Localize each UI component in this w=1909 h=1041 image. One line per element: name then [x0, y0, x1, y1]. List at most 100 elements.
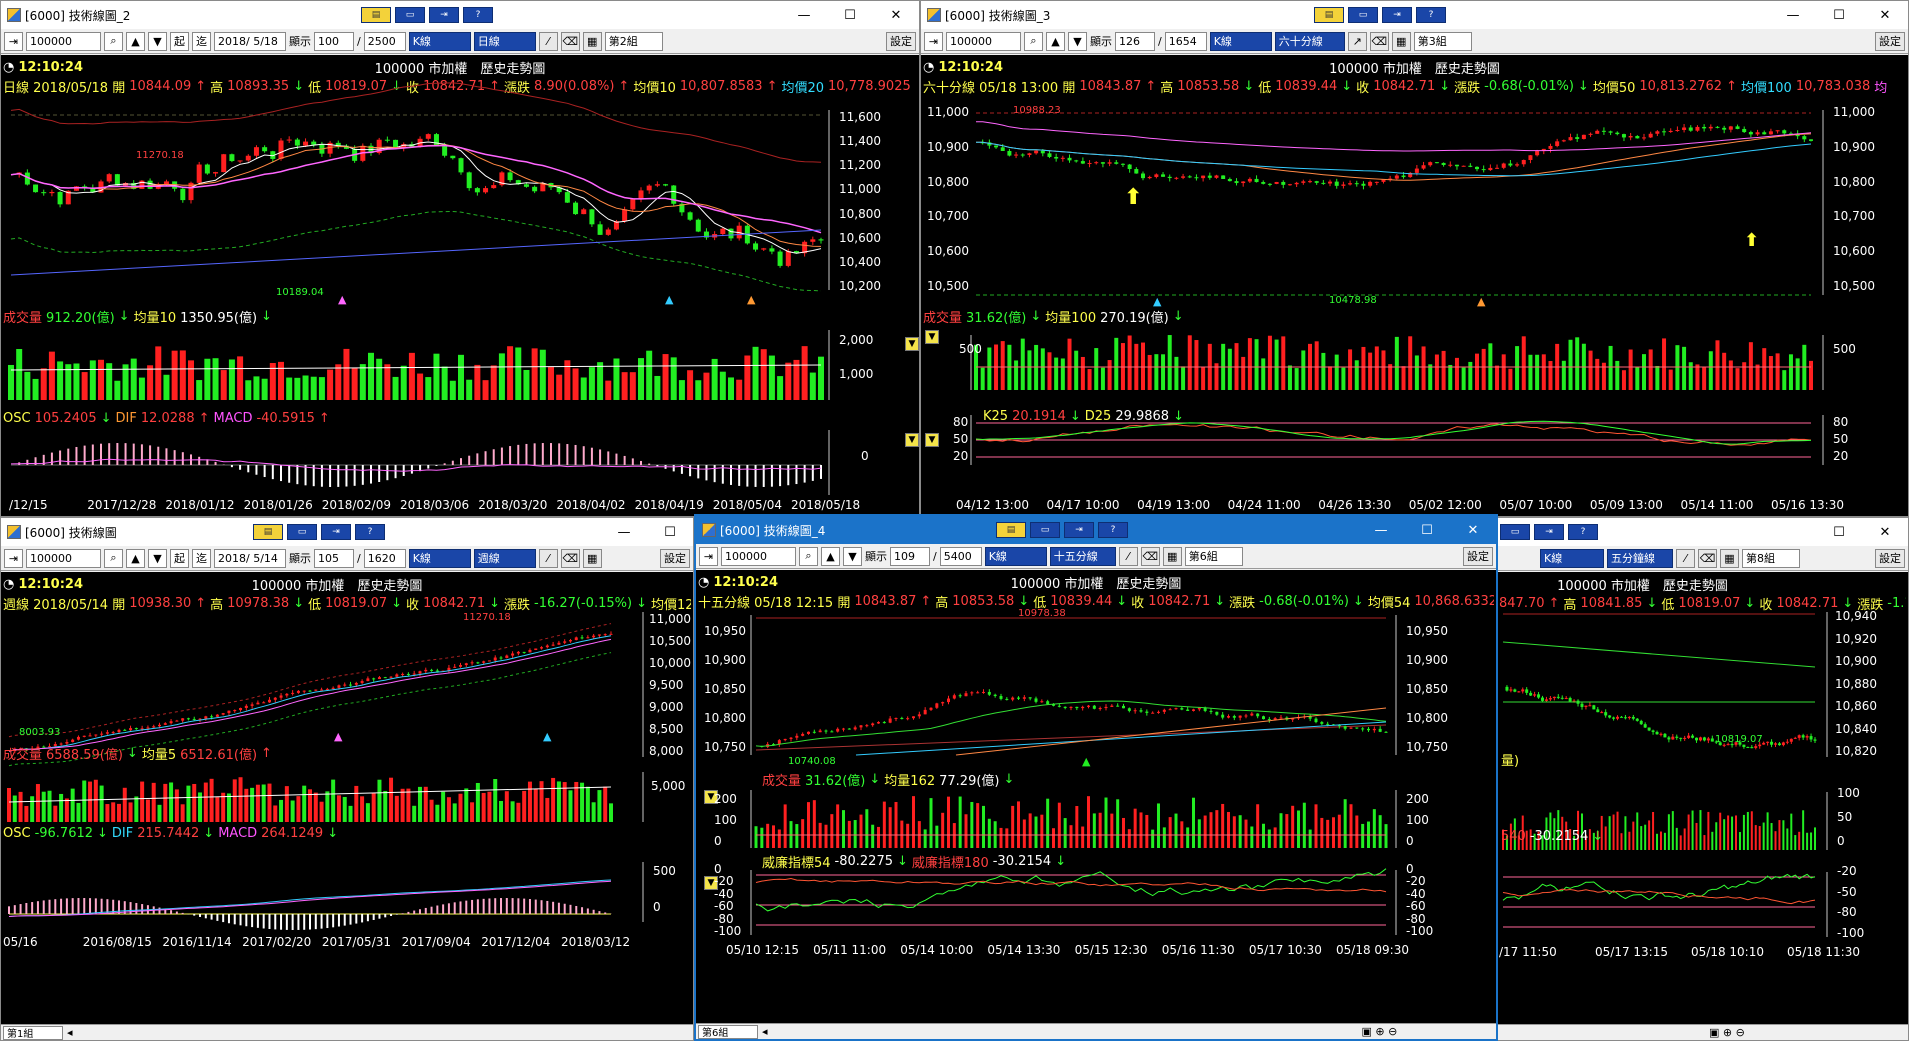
help-icon[interactable]: ? [355, 524, 385, 540]
period-button[interactable]: 週線 [473, 548, 536, 568]
up-arrow-icon[interactable]: ▲ [126, 31, 145, 51]
search-icon[interactable]: ⌕ [1024, 31, 1043, 51]
settings-button[interactable]: 設定 [886, 31, 916, 51]
stock-code-input[interactable]: 100000 [721, 546, 796, 566]
chart-window-1[interactable]: [6000] 技術線圖 ▤ ▭ ⇥? — ☐ ⇥ 100000 ⌕ ▲ ▼ 起 迄 2… [0, 517, 694, 1041]
help-icon[interactable]: ? [1568, 524, 1598, 540]
eraser-icon[interactable]: ⌫ [1369, 31, 1389, 51]
chart-area[interactable]: 100000 市加權 歷史走勢圖 ◔ 12:10:24 日線 2018/05/1… [1, 55, 919, 516]
window-icon[interactable]: ▭ [1030, 522, 1060, 538]
draw-line-icon[interactable]: ⁄ [1676, 548, 1695, 568]
chart-area[interactable]: 100000 市加權 歷史走勢圖 ◔ 12:10:24 六十分線 05/18 1… [921, 55, 1908, 516]
export-icon[interactable]: ⇥ [1064, 522, 1094, 538]
date-select[interactable]: 2018/ 5/14 [214, 548, 286, 568]
up-arrow-icon[interactable]: ▲ [126, 548, 145, 568]
export-icon[interactable]: ⇥ [1534, 524, 1564, 540]
menu-icon[interactable]: ⇥ [699, 546, 718, 566]
group-select[interactable]: 第2組 [604, 31, 663, 51]
window-icon[interactable]: ▭ [1348, 7, 1378, 23]
window-icon[interactable]: ▭ [287, 524, 317, 540]
count-input[interactable]: 126 [1115, 31, 1155, 51]
help-icon[interactable]: ? [1098, 522, 1128, 538]
chart-area[interactable]: 100000 市加權 歷史走勢圖 847.70 ↑ 高 10841.85 ↓ 低 108… [1497, 572, 1908, 1024]
layout-icon[interactable]: ▤ [996, 522, 1026, 538]
panel-menu-button[interactable]: ▼ [905, 433, 919, 447]
search-icon[interactable]: ⌕ [104, 548, 123, 568]
eraser-icon[interactable]: ⌫ [1698, 548, 1717, 568]
stock-code-input[interactable]: 100000 [946, 31, 1021, 51]
layout-icon[interactable]: ▤ [1314, 7, 1344, 23]
menu-icon[interactable]: ⇥ [924, 31, 943, 51]
scroll-icons[interactable]: ▣ ⊕ ⊖ [1362, 1025, 1398, 1038]
ktype-button[interactable]: K線 [1540, 548, 1604, 568]
total-input[interactable]: 2500 [363, 31, 406, 51]
stock-code-input[interactable]: 100000 [26, 31, 101, 51]
eraser-icon[interactable]: ⌫ [560, 31, 580, 51]
close-button[interactable]: ✕ [1862, 1, 1908, 29]
end-button[interactable]: 迄 [192, 31, 211, 51]
panel-menu-button[interactable]: ▼ [925, 433, 939, 447]
export-icon[interactable]: ⇥ [1382, 7, 1412, 23]
grid-icon[interactable]: ▦ [1162, 546, 1182, 566]
period-button[interactable]: 日線 [473, 31, 536, 51]
group-select[interactable]: 第6組 [1184, 546, 1243, 566]
menu-icon[interactable]: ⇥ [4, 31, 23, 51]
ktype-button[interactable]: K線 [408, 548, 471, 568]
cursor-icon[interactable]: ↗ [1347, 31, 1367, 51]
maximize-button[interactable]: ☐ [1404, 516, 1450, 544]
chart-window-5[interactable]: ▭ ⇥? ☐ ✕ K線 五分鐘線 ⁄ ⌫ ▦ 第8組 設定 100000 市加權 歷… [1496, 517, 1909, 1041]
help-icon[interactable]: ? [463, 7, 493, 23]
total-input[interactable]: 1620 [363, 548, 406, 568]
chart-window-4[interactable]: [6000] 技術線圖_4 ▤ ▭ ⇥? — ☐ ✕ ⇥ 100000 ⌕ ▲ ▼ 顯示… [694, 514, 1498, 1041]
search-icon[interactable]: ⌕ [104, 31, 123, 51]
up-arrow-icon[interactable]: ▲ [1046, 31, 1065, 51]
export-icon[interactable]: ⇥ [321, 524, 351, 540]
maximize-button[interactable]: ☐ [827, 1, 873, 29]
group-select[interactable]: 第8組 [1742, 548, 1800, 568]
period-button[interactable]: 五分鐘線 [1607, 548, 1673, 568]
count-input[interactable]: 105 [314, 548, 354, 568]
down-arrow-icon[interactable]: ▼ [1068, 31, 1087, 51]
layout-icon[interactable]: ▤ [253, 524, 283, 540]
grid-icon[interactable]: ▦ [582, 548, 602, 568]
grid-icon[interactable]: ▦ [582, 31, 602, 51]
minimize-button[interactable]: — [1358, 516, 1404, 544]
minimize-button[interactable]: — [601, 518, 647, 546]
scroll-left-icon[interactable]: ◂ [67, 1026, 73, 1039]
grid-icon[interactable]: ▦ [1720, 548, 1739, 568]
ktype-button[interactable]: K線 [408, 31, 471, 51]
period-button[interactable]: 十五分線 [1049, 546, 1116, 566]
count-input[interactable]: 100 [314, 31, 354, 51]
close-button[interactable]: ✕ [1862, 518, 1908, 546]
group-select[interactable]: 第6組 [698, 1024, 758, 1039]
draw-line-icon[interactable]: ⁄ [538, 548, 558, 568]
window-icon[interactable]: ▭ [1500, 524, 1530, 540]
title-bar[interactable]: ▭ ⇥? ☐ ✕ [1497, 518, 1908, 546]
layout-icon[interactable]: ▤ [361, 7, 391, 23]
end-button[interactable]: 迄 [192, 548, 211, 568]
count-input[interactable]: 109 [890, 546, 930, 566]
maximize-button[interactable]: ☐ [1816, 1, 1862, 29]
title-bar[interactable]: [6000] 技術線圖_3 ▤ ▭ ⇥? — ☐ ✕ [921, 1, 1908, 29]
maximize-button[interactable]: ☐ [1816, 518, 1862, 546]
chart-area[interactable]: 100000 市加權 歷史走勢圖 ◔ 12:10:24 週線 2018/05/1… [1, 572, 693, 1024]
export-icon[interactable]: ⇥ [429, 7, 459, 23]
total-input[interactable]: 5400 [939, 546, 982, 566]
settings-button[interactable]: 設定 [1875, 548, 1905, 568]
window-icon[interactable]: ▭ [395, 7, 425, 23]
chart-area[interactable]: 100000 市加權 歷史走勢圖 ◔ 12:10:24 十五分線 05/18 1… [696, 570, 1496, 1023]
minimize-button[interactable]: — [781, 1, 827, 29]
ktype-button[interactable]: K線 [984, 546, 1047, 566]
period-button[interactable]: 六十分線 [1274, 31, 1345, 51]
draw-line-icon[interactable]: ⁄ [538, 31, 558, 51]
group-select[interactable]: 第1組 [3, 1025, 63, 1040]
stock-code-input[interactable]: 100000 [26, 548, 101, 568]
chart-window-3[interactable]: [6000] 技術線圖_3 ▤ ▭ ⇥? — ☐ ✕ ⇥ 100000 ⌕ ▲ ▼ 顯示… [920, 0, 1909, 517]
eraser-icon[interactable]: ⌫ [1140, 546, 1160, 566]
close-button[interactable]: ✕ [873, 1, 919, 29]
down-arrow-icon[interactable]: ▼ [148, 548, 167, 568]
grid-icon[interactable]: ▦ [1391, 31, 1411, 51]
panel-menu-button[interactable]: ▼ [905, 337, 919, 351]
start-button[interactable]: 起 [170, 31, 189, 51]
scroll-left-icon[interactable]: ◂ [762, 1025, 768, 1038]
